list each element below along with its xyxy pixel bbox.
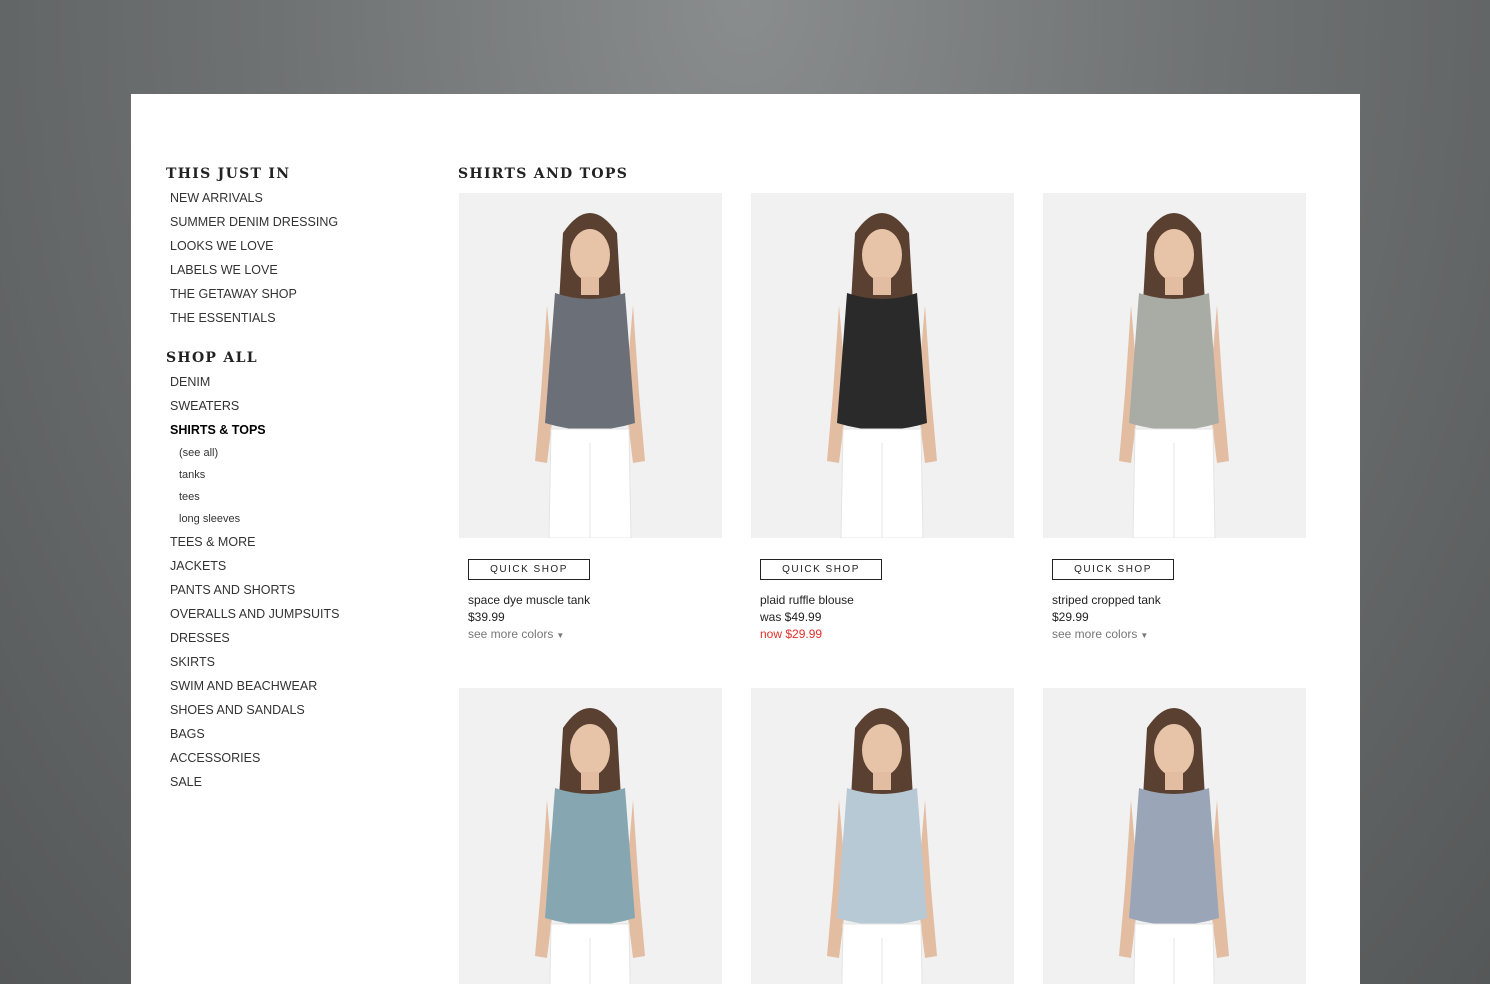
sidebar-item-shirts-tops[interactable]: SHIRTS & TOPS <box>166 418 426 442</box>
sidebar-item-skirts[interactable]: SKIRTS <box>166 650 426 674</box>
sidebar-subitem-see-all[interactable]: (see all) <box>166 442 426 464</box>
sidebar-item-tees-more[interactable]: TEES & MORE <box>166 530 426 554</box>
sidebar-item-bags[interactable]: BAGS <box>166 722 426 746</box>
section-title-this-just-in: THIS JUST IN <box>166 166 291 182</box>
sidebar-item-getaway-shop[interactable]: THE GETAWAY SHOP <box>166 282 426 306</box>
quick-shop-button[interactable]: QUICK SHOP <box>1052 559 1174 580</box>
product-price: $29.99 <box>1052 610 1089 624</box>
page-title: SHIRTS AND TOPS <box>458 166 629 182</box>
sidebar-item-swim[interactable]: SWIM AND BEACHWEAR <box>166 674 426 698</box>
sidebar-item-jackets[interactable]: JACKETS <box>166 554 426 578</box>
shop-all-list: DENIM SWEATERS SHIRTS & TOPS (see all) t… <box>166 370 426 794</box>
product-price-now: now $29.99 <box>760 627 823 641</box>
sidebar-item-accessories[interactable]: ACCESSORIES <box>166 746 426 770</box>
product-image[interactable] <box>1043 193 1306 538</box>
see-more-colors-label: see more colors <box>1052 627 1138 641</box>
product-image[interactable] <box>751 688 1014 984</box>
product-image[interactable] <box>1043 688 1306 984</box>
sidebar-item-sweaters[interactable]: SWEATERS <box>166 394 426 418</box>
product-name[interactable]: striped cropped tank <box>1052 593 1161 607</box>
sidebar-subitem-tees[interactable]: tees <box>166 486 426 508</box>
sidebar-item-shoes[interactable]: SHOES AND SANDALS <box>166 698 426 722</box>
product-image[interactable] <box>751 193 1014 538</box>
sidebar-item-essentials[interactable]: THE ESSENTIALS <box>166 306 426 330</box>
product-card <box>751 688 1014 984</box>
product-card <box>459 688 722 984</box>
sidebar-item-summer-denim[interactable]: SUMMER DENIM DRESSING <box>166 210 426 234</box>
sidebar-item-dresses[interactable]: DRESSES <box>166 626 426 650</box>
page: THIS JUST IN NEW ARRIVALS SUMMER DENIM D… <box>131 94 1360 984</box>
this-just-in-list: NEW ARRIVALS SUMMER DENIM DRESSING LOOKS… <box>166 186 426 330</box>
product-price: $39.99 <box>468 610 505 624</box>
section-title-shop-all: SHOP ALL <box>166 350 258 366</box>
sidebar-item-labels-we-love[interactable]: LABELS WE LOVE <box>166 258 426 282</box>
caret-down-icon: ▼ <box>1140 631 1149 640</box>
product-image[interactable] <box>459 688 722 984</box>
see-more-colors-link[interactable]: see more colors ▼ <box>468 627 564 641</box>
sidebar-item-looks-we-love[interactable]: LOOKS WE LOVE <box>166 234 426 258</box>
see-more-colors-link[interactable]: see more colors ▼ <box>1052 627 1148 641</box>
sidebar-item-new-arrivals[interactable]: NEW ARRIVALS <box>166 186 426 210</box>
product-card: QUICK SHOP space dye muscle tank $39.99 … <box>459 193 722 641</box>
sidebar-item-sale[interactable]: SALE <box>166 770 426 794</box>
product-card: QUICK SHOP striped cropped tank $29.99 s… <box>1043 193 1306 641</box>
product-card: QUICK SHOP plaid ruffle blouse was $49.9… <box>751 193 1014 641</box>
caret-down-icon: ▼ <box>556 631 565 640</box>
product-card <box>1043 688 1306 984</box>
quick-shop-button[interactable]: QUICK SHOP <box>468 559 590 580</box>
quick-shop-button[interactable]: QUICK SHOP <box>760 559 882 580</box>
sidebar-item-pants-shorts[interactable]: PANTS AND SHORTS <box>166 578 426 602</box>
sidebar-subitem-tanks[interactable]: tanks <box>166 464 426 486</box>
product-image[interactable] <box>459 193 722 538</box>
see-more-colors-label: see more colors <box>468 627 554 641</box>
sidebar-subitem-long-sleeves[interactable]: long sleeves <box>166 508 426 530</box>
product-price-was: was $49.99 <box>760 610 822 624</box>
product-name[interactable]: plaid ruffle blouse <box>760 593 854 607</box>
sidebar-item-denim[interactable]: DENIM <box>166 370 426 394</box>
sidebar-item-overalls[interactable]: OVERALLS AND JUMPSUITS <box>166 602 426 626</box>
sidebar: THIS JUST IN NEW ARRIVALS SUMMER DENIM D… <box>166 164 426 794</box>
product-name[interactable]: space dye muscle tank <box>468 593 590 607</box>
